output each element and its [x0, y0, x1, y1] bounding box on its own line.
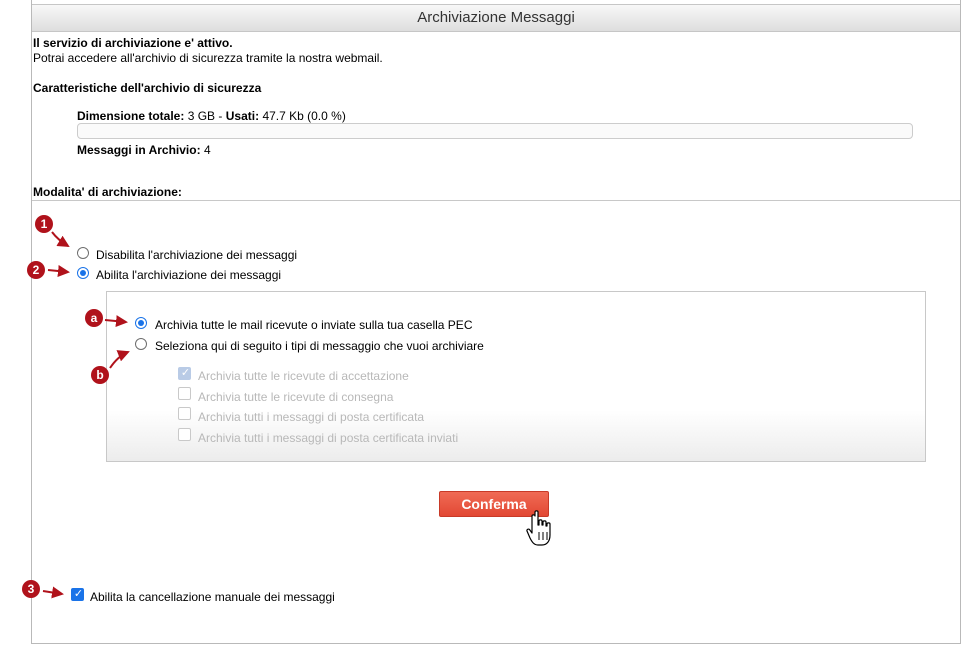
- annotation-marker-2: 2: [27, 261, 45, 279]
- annotation-marker-b: b: [91, 366, 109, 384]
- annotation-marker-3: 3: [22, 580, 40, 598]
- annotation-marker-a: a: [85, 309, 103, 327]
- annotation-marker-1: 1: [35, 215, 53, 233]
- annotation-arrows: [42, 231, 130, 599]
